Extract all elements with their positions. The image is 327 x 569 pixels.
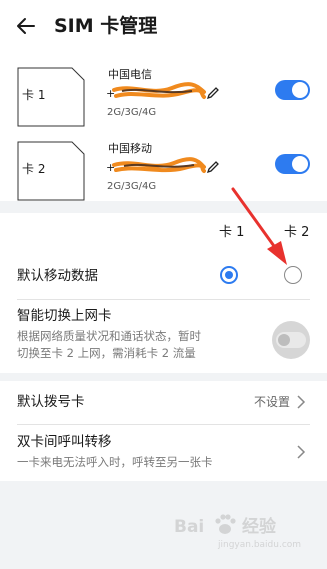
edit-pencil-icon[interactable]: [206, 86, 220, 100]
carrier-name: 中国电信: [108, 68, 152, 81]
edit-pencil-icon[interactable]: [206, 160, 220, 174]
sim2-enable-toggle[interactable]: [275, 154, 310, 174]
redaction-scribble: [112, 157, 206, 173]
top-bar: SIM 卡管理: [0, 0, 327, 56]
sim-card-list: 卡 1 中国电信 + 2G/3G/4G 卡 2 中国移动 + 2G/3G/4G: [0, 56, 327, 201]
call-forward-label[interactable]: 双卡间呼叫转移: [17, 433, 112, 452]
page-title: SIM 卡管理: [54, 15, 158, 37]
smart-switch-toggle[interactable]: [272, 321, 310, 359]
redaction-scribble: [112, 82, 206, 99]
sim1-enable-toggle[interactable]: [275, 80, 310, 100]
paw-icon: [215, 514, 236, 534]
smart-switch-label: 智能切换上网卡: [17, 308, 112, 324]
back-arrow-icon[interactable]: [14, 14, 38, 38]
annotation-arrow: [231, 187, 287, 265]
watermark-text: 经验: [242, 517, 276, 537]
divider: [17, 299, 310, 300]
divider: [17, 424, 310, 425]
sim-slot-label: 卡 2: [22, 162, 46, 176]
chevron-right-icon[interactable]: [296, 394, 306, 410]
chevron-right-icon[interactable]: [296, 444, 306, 460]
call-settings-section: 默认拨号卡 不设置 双卡间呼叫转移 一卡来电无法呼入时，呼转至另一张卡: [0, 381, 327, 481]
watermark-text: Bai: [174, 517, 205, 537]
smart-switch-description: 根据网络质量状况和通话状态，暂时: [17, 329, 201, 343]
default-dial-label[interactable]: 默认拨号卡: [17, 393, 85, 412]
default-data-label: 默认移动数据: [17, 268, 98, 284]
sim-slot-label: 卡 1: [22, 88, 46, 102]
network-type: 2G/3G/4G: [107, 181, 157, 192]
watermark-url: jingyan.baidu.com: [218, 540, 302, 550]
sim-row-1: 卡 1 中国电信 + 2G/3G/4G: [0, 67, 327, 133]
baidu-watermark: Bai 经验 jingyan.baidu.com: [168, 506, 318, 556]
smart-switch-description: 切换至卡 2 上网，需消耗卡 2 流量: [17, 346, 196, 360]
call-forward-description: 一卡来电无法呼入时，呼转至另一张卡: [17, 455, 213, 469]
default-dial-value: 不设置: [254, 395, 291, 409]
network-type: 2G/3G/4G: [107, 107, 157, 118]
carrier-name: 中国移动: [108, 142, 152, 155]
